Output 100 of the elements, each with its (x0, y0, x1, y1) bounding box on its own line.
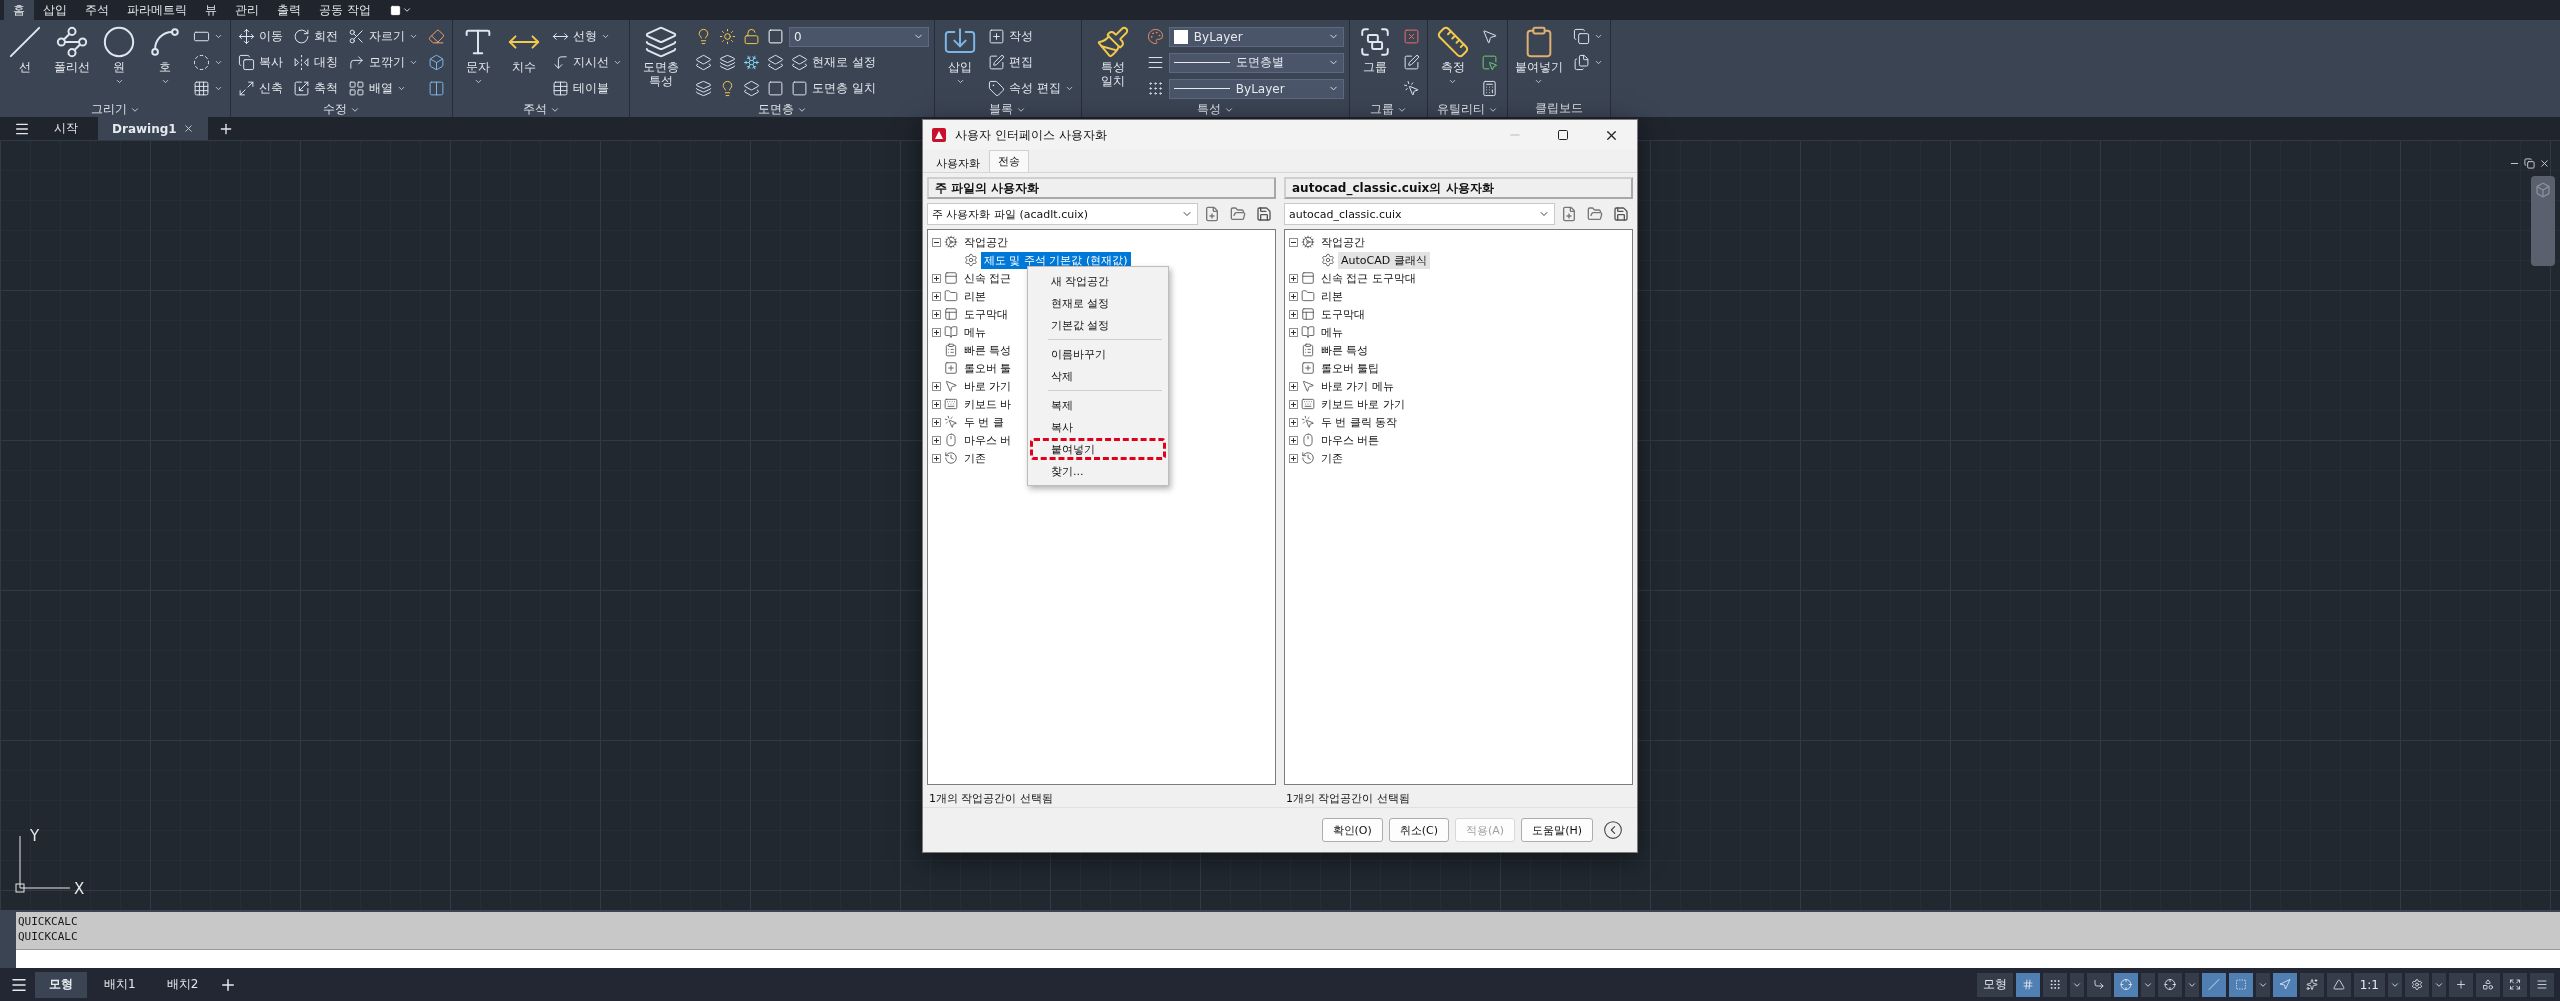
status-toggle-button[interactable] (2086, 972, 2111, 997)
plus-box-icon[interactable] (932, 399, 941, 409)
command-input[interactable] (16, 949, 2560, 968)
ribbon-tab[interactable]: 주석 (76, 0, 118, 20)
dropdown-field[interactable]: 0 (789, 26, 929, 47)
menu-item[interactable]: 삭제 (1030, 365, 1166, 387)
menu-item[interactable]: 현재로 설정 (1030, 292, 1166, 314)
tree-item[interactable]: 메뉴 (961, 323, 989, 341)
tree-item[interactable]: 빠른 특성 (961, 341, 1015, 359)
plus-box-icon[interactable] (1289, 327, 1298, 337)
layout-tab[interactable]: 배치2 (152, 971, 213, 998)
document-tab[interactable]: 시작 (40, 117, 92, 140)
ribbon-tab[interactable]: 뷰 (196, 0, 226, 20)
layout-tab[interactable]: 배치1 (90, 971, 150, 998)
tree-item[interactable]: 기존 (961, 449, 989, 467)
tree-item[interactable]: 도구막대 (1318, 305, 1368, 323)
plus-box-icon[interactable] (1289, 399, 1298, 409)
dropdown-field[interactable]: 도면층별 (1168, 52, 1344, 73)
plus-box-icon[interactable] (932, 291, 941, 301)
panel-title-button[interactable]: 클립보드 (1530, 100, 1587, 117)
ribbon-tab[interactable]: 파라메트릭 (118, 0, 196, 20)
tree-item[interactable]: 마우스 버튼 (1318, 431, 1383, 449)
tool-button[interactable]: 현재로 설정 (789, 50, 878, 75)
tool-button[interactable]: 작성 (986, 24, 1035, 49)
menu-item[interactable]: 복사 (1030, 416, 1166, 438)
large-tool-button[interactable]: 치수 (504, 23, 544, 77)
file-dropdown[interactable]: 주 사용자화 파일 (acadlt.cuix) (927, 203, 1198, 225)
tree-item[interactable]: AutoCAD 클래식 (1338, 251, 1430, 269)
status-button[interactable]: 1:1 (2353, 972, 2385, 997)
large-tool-button[interactable]: 폴리선 (51, 23, 93, 77)
tree-item[interactable]: 키보드 바로 가기 (1318, 395, 1408, 413)
status-toggle-button[interactable] (2042, 972, 2067, 997)
menu-item[interactable]: 새 작업공간 (1030, 270, 1166, 292)
tree-item[interactable]: 메뉴 (1318, 323, 1346, 341)
tree-item[interactable]: 도구막대 (961, 305, 1011, 323)
plus-box-icon[interactable] (932, 381, 941, 391)
status-toggle-button[interactable] (2405, 972, 2429, 997)
tree-item[interactable]: 두 번 클 (961, 413, 1007, 431)
large-tool-button[interactable]: 선 (5, 23, 45, 77)
panel-title-button[interactable]: 도면층 (753, 101, 811, 118)
plus-box-icon[interactable] (932, 435, 941, 445)
panel-title-button[interactable]: 특성 (1192, 101, 1238, 118)
minus-box-icon[interactable] (932, 237, 941, 247)
tool-button[interactable]: 모깎기 (346, 50, 420, 75)
large-tool-button[interactable]: 문자 (458, 23, 498, 88)
tool-button[interactable]: 이동 (236, 24, 285, 49)
large-tool-button[interactable]: 원 (99, 23, 139, 88)
menu-item[interactable]: 기본값 설정 (1030, 314, 1166, 336)
plus-box-icon[interactable] (1289, 381, 1298, 391)
tool-button[interactable]: 속성 편집 (986, 76, 1076, 101)
plus-box-icon[interactable] (1289, 273, 1298, 283)
tool-button[interactable]: 축척 (291, 76, 340, 101)
status-toggle-button[interactable] (2476, 972, 2500, 997)
tree-item[interactable]: 작업공간 (1318, 233, 1368, 251)
dialog-button[interactable]: 취소(C) (1388, 818, 1450, 842)
tool-button[interactable]: 신축 (236, 76, 285, 101)
file-dropdown[interactable]: autocad_classic.cuix (1284, 203, 1555, 225)
plus-box-icon[interactable] (932, 327, 941, 337)
panel-title-button[interactable]: 블록 (985, 101, 1031, 118)
panel-title-button[interactable]: 그룹 (1365, 101, 1411, 118)
close-icon[interactable] (2539, 158, 2550, 169)
plus-box-icon[interactable] (1289, 291, 1298, 301)
tree-item[interactable]: 두 번 클릭 동작 (1318, 413, 1401, 431)
minus-box-icon[interactable] (1289, 237, 1298, 247)
status-toggle-button[interactable] (2228, 972, 2253, 997)
status-toggle-button[interactable] (2503, 972, 2527, 997)
plus-box-icon[interactable] (932, 453, 941, 463)
status-toggle-button[interactable] (2326, 972, 2351, 997)
tree-item[interactable]: 신속 접근 도구막대 (1318, 269, 1419, 287)
status-toggle-button[interactable] (2272, 972, 2297, 997)
tree-item[interactable]: 마우스 버 (961, 431, 1015, 449)
plus-box-icon[interactable] (1289, 453, 1298, 463)
menu-item[interactable]: 이름바꾸기 (1030, 343, 1166, 365)
tree-item[interactable]: 리본 (961, 287, 989, 305)
dialog-button[interactable]: 확인(O) (1321, 818, 1383, 842)
tree-item[interactable]: 리본 (1318, 287, 1346, 305)
tree-item[interactable]: 롤오버 툴 (961, 359, 1015, 377)
layout-tab[interactable]: 모형 (35, 971, 87, 998)
dialog-tab[interactable]: 전송 (989, 150, 1029, 172)
tree-item[interactable]: 키보드 바 (961, 395, 1015, 413)
plus-box-icon[interactable] (932, 273, 941, 283)
large-tool-button[interactable]: 삽입 (940, 23, 980, 88)
large-tool-button[interactable]: 특성 일치 (1086, 23, 1139, 91)
large-tool-button[interactable]: 호 (145, 23, 185, 88)
status-toggle-button[interactable] (2530, 972, 2554, 997)
menu-item[interactable]: 복제 (1030, 394, 1166, 416)
ribbon-tab[interactable]: 홈 (4, 0, 34, 20)
status-toggle-button[interactable] (2449, 972, 2473, 997)
tree-item[interactable]: 제도 및 주석 기본값 (현재값) (981, 251, 1131, 269)
ribbon-tab[interactable]: 관리 (226, 0, 268, 20)
menu-item[interactable]: 붙여넣기 (1030, 438, 1166, 460)
menu-item[interactable]: 찾기... (1030, 460, 1166, 482)
tool-button[interactable]: 자르기 (346, 24, 420, 49)
dialog-tab[interactable]: 사용자화 (927, 153, 989, 172)
status-toggle-button[interactable] (2201, 972, 2226, 997)
status-toggle-button[interactable] (2299, 972, 2324, 997)
plus-box-icon[interactable] (1289, 309, 1298, 319)
ribbon-tab[interactable]: 출력 (268, 0, 310, 20)
tree-item[interactable]: 빠른 특성 (1318, 341, 1372, 359)
restore-icon[interactable] (2524, 158, 2535, 169)
